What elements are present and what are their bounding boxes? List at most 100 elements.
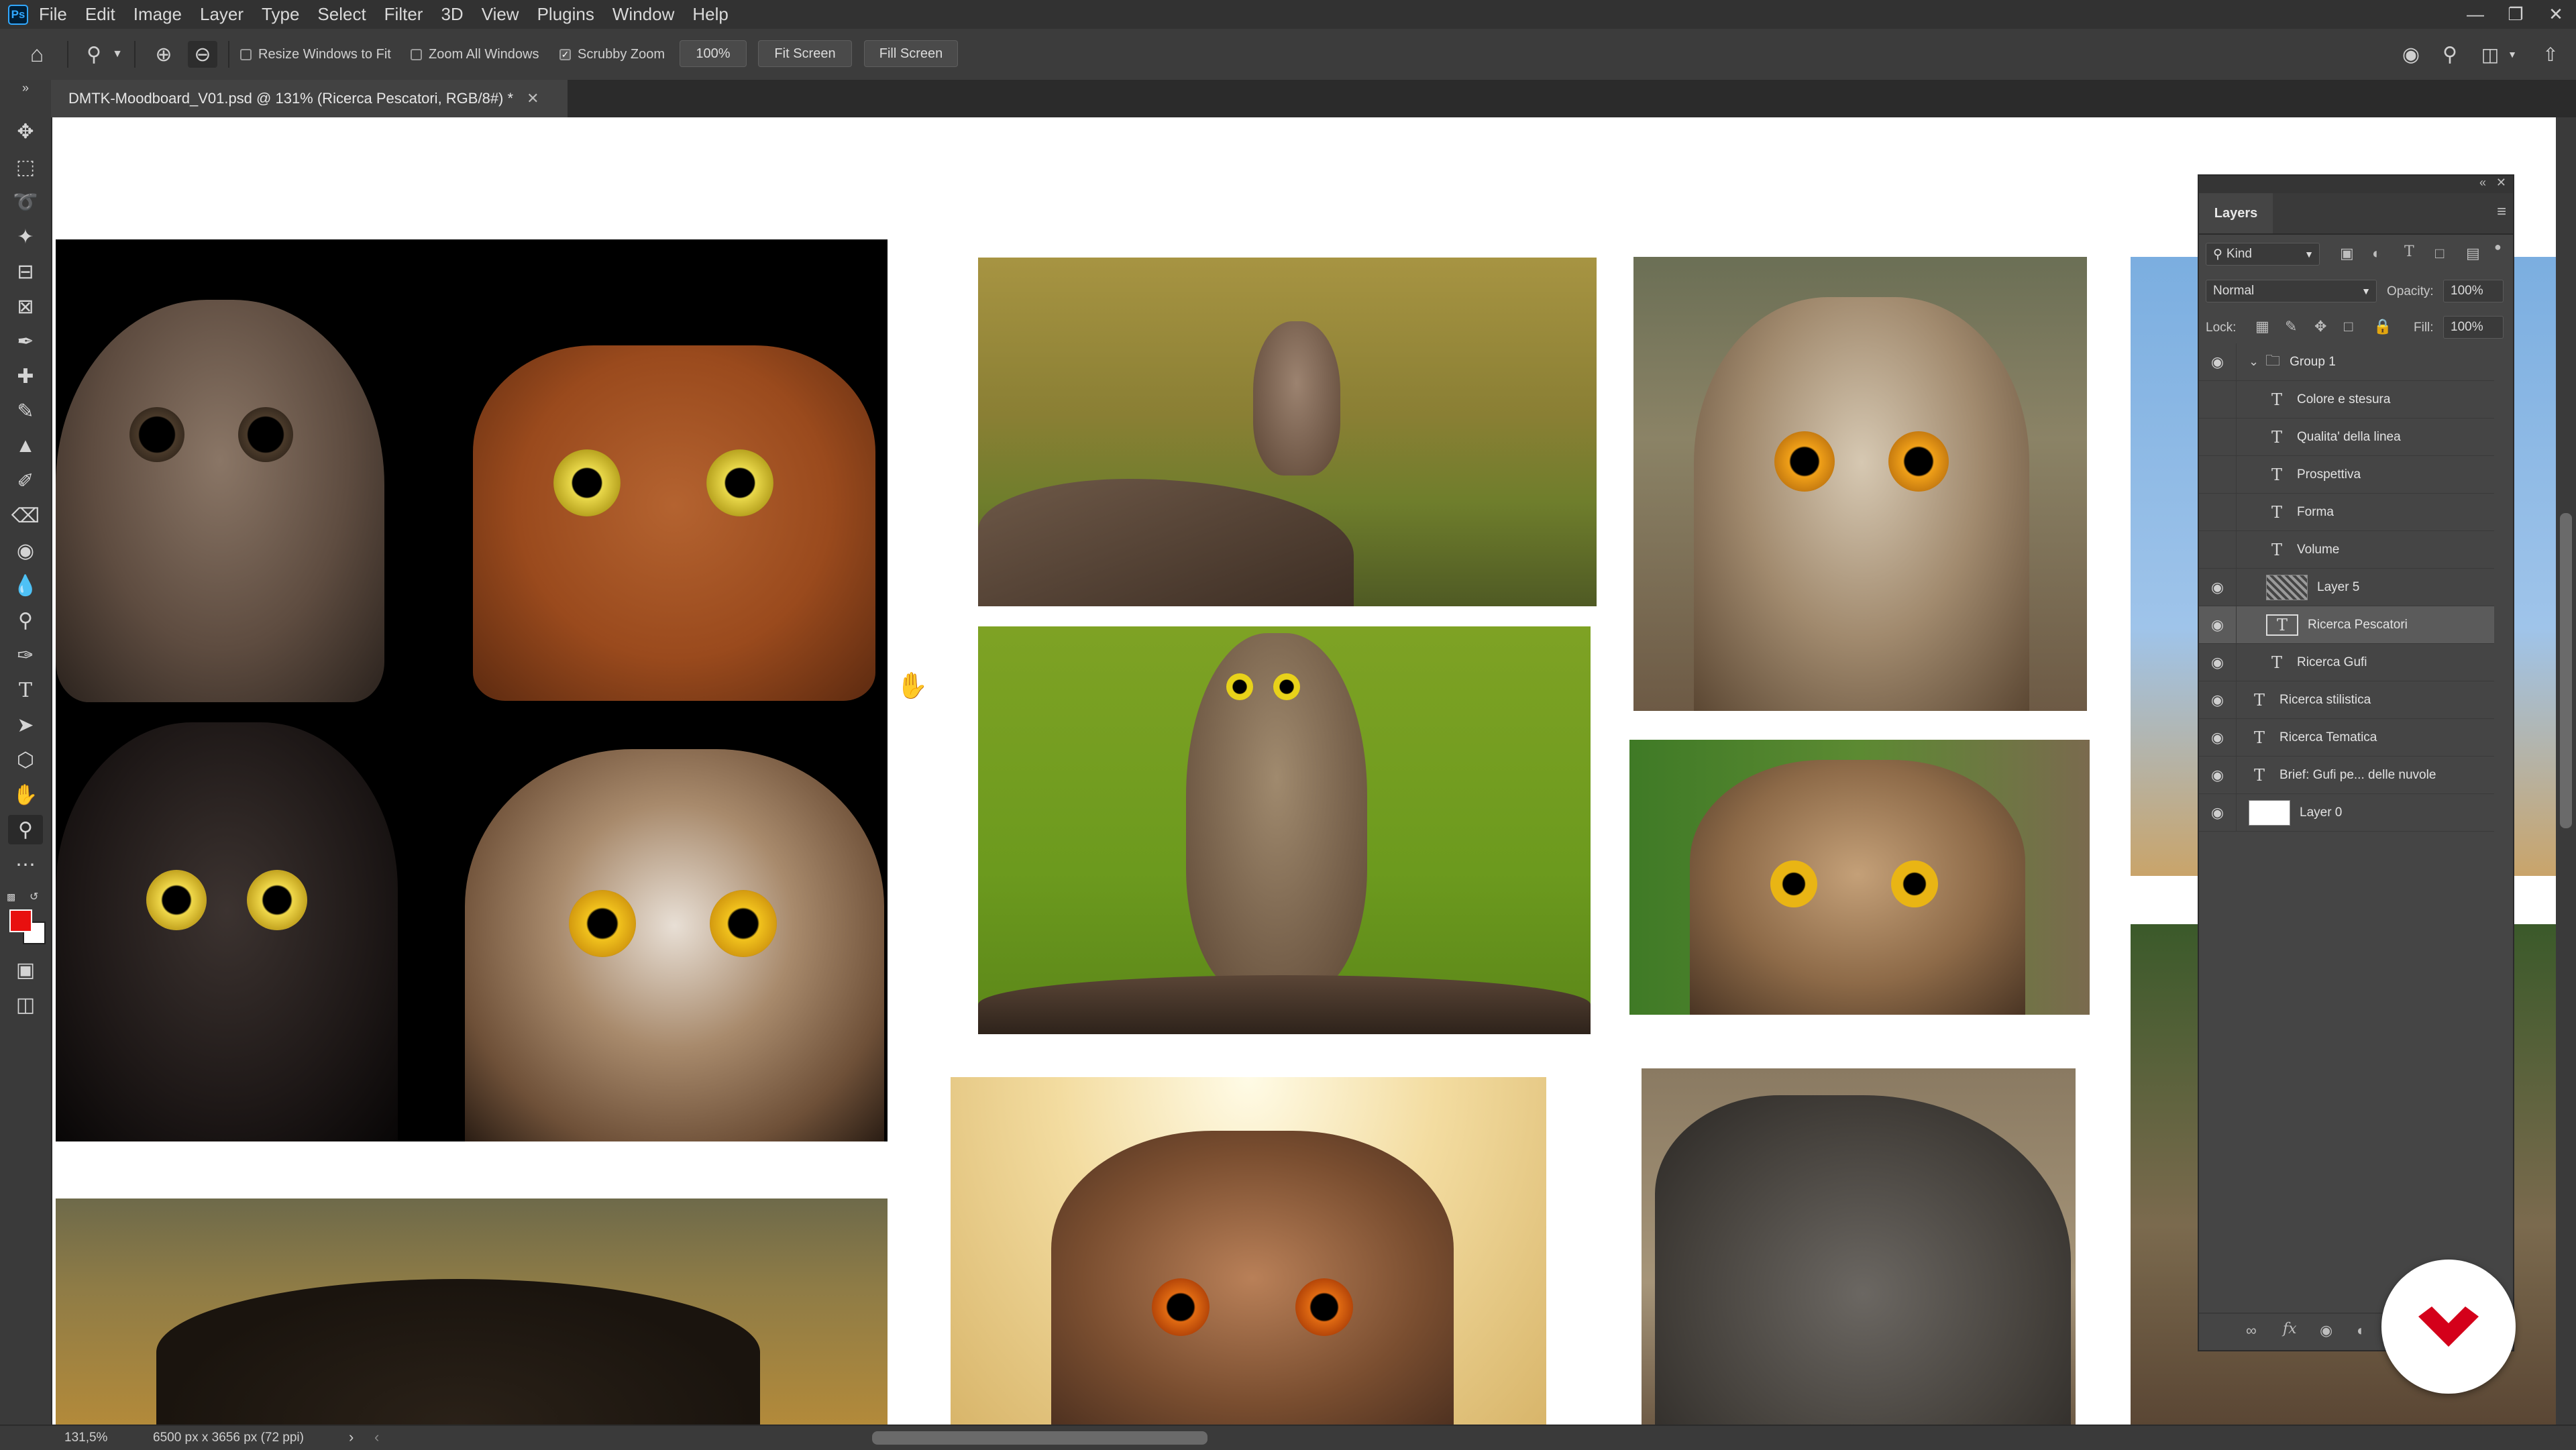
lock-transparency-icon[interactable]: ▦ [2255, 318, 2269, 335]
filter-toggle-icon[interactable]: ● [2494, 240, 2502, 254]
visibility-hidden-icon[interactable] [2199, 531, 2237, 569]
visibility-hidden-icon[interactable] [2199, 493, 2237, 531]
pen-tool-icon[interactable]: ✑ [8, 640, 43, 670]
learn-icon[interactable]: ◉ [2396, 41, 2426, 68]
crop-tool-icon[interactable]: ⊟ [8, 257, 43, 286]
visibility-hidden-icon[interactable] [2199, 380, 2237, 419]
layer-style-fx-icon[interactable]: fx [2283, 1321, 2297, 1337]
blend-mode-select[interactable]: Normal ▼ [2206, 280, 2377, 302]
resize-windows-checkbox[interactable] [240, 48, 252, 60]
panel-menu-icon[interactable]: ≡ [2497, 203, 2506, 221]
magic-wand-tool-icon[interactable]: ✦ [8, 222, 43, 252]
layer-row[interactable]: T Qualita' della linea [2199, 418, 2494, 456]
group-expand-chevron-icon[interactable]: ⌄ [2249, 355, 2259, 369]
visibility-eye-icon[interactable]: ◉ [2199, 606, 2237, 644]
layer-row[interactable]: ◉ T Ricerca Tematica [2199, 718, 2494, 757]
link-layers-icon[interactable]: ∞ [2246, 1322, 2257, 1339]
menu-plugins[interactable]: Plugins [537, 4, 594, 25]
layer-row[interactable]: ◉ T Ricerca Gufi [2199, 643, 2494, 681]
workspace-chevron-down-icon[interactable]: ▼ [2506, 46, 2519, 62]
brush-tool-icon[interactable]: ✎ [8, 396, 43, 426]
collapse-toolbox-icon[interactable]: » [8, 80, 43, 96]
lock-image-icon[interactable]: ✎ [2285, 318, 2297, 335]
layers-tab[interactable]: Layers [2199, 193, 2273, 233]
document-tab[interactable]: DMTK-Moodboard_V01.psd @ 131% (Ricerca P… [51, 80, 568, 117]
layer-row[interactable]: ◉ T Ricerca Pescatori [2199, 606, 2494, 644]
vertical-scrollbar[interactable] [2556, 117, 2576, 1425]
visibility-hidden-icon[interactable] [2199, 455, 2237, 494]
layer-mask-icon[interactable]: ◉ [2320, 1322, 2332, 1339]
healing-brush-tool-icon[interactable]: ✚ [8, 361, 43, 391]
layer-row[interactable]: ◉ T Brief: Gufi pe... delle nuvole [2199, 756, 2494, 794]
workspace-icon[interactable]: ◫ [2475, 41, 2505, 68]
visibility-eye-icon[interactable]: ◉ [2199, 756, 2237, 794]
fill-screen-button[interactable]: Fill Screen [864, 40, 958, 67]
resize-windows-option[interactable]: Resize Windows to Fit [240, 29, 391, 80]
menu-image[interactable]: Image [133, 4, 182, 25]
visibility-eye-icon[interactable]: ◉ [2199, 568, 2237, 606]
visibility-eye-icon[interactable]: ◉ [2199, 681, 2237, 719]
zoom-100-button[interactable]: 100% [680, 40, 747, 67]
zoom-out-icon[interactable]: ⊖ [188, 41, 217, 68]
frame-tool-icon[interactable]: ⊠ [8, 292, 43, 321]
smart-object-filter-icon[interactable]: ▤ [2466, 245, 2480, 262]
type-tool-icon[interactable]: T [8, 675, 43, 705]
edit-toolbar-icon[interactable]: ⋯ [8, 850, 43, 879]
close-window-button[interactable]: ✕ [2536, 0, 2576, 29]
zoom-level[interactable]: 131,5% [64, 1431, 107, 1445]
menu-view[interactable]: View [482, 4, 519, 25]
lock-artboard-icon[interactable]: □ [2344, 318, 2353, 335]
layer-filter-select[interactable]: ⚲ Kind ▼ [2206, 243, 2320, 266]
layer-row[interactable]: T Forma [2199, 493, 2494, 531]
fit-screen-button[interactable]: Fit Screen [758, 40, 852, 67]
collapse-panel-icon[interactable]: « [2479, 176, 2486, 190]
zoom-in-icon[interactable]: ⊕ [149, 41, 178, 68]
shape-tool-icon[interactable]: ⬡ [8, 745, 43, 775]
eraser-tool-icon[interactable]: ⌫ [8, 501, 43, 531]
close-panel-icon[interactable]: ✕ [2496, 176, 2506, 190]
path-selection-tool-icon[interactable]: ➤ [8, 710, 43, 740]
layer-row[interactable]: ◉ Layer 0 [2199, 793, 2494, 832]
type-filter-icon[interactable]: T [2404, 243, 2414, 260]
visibility-eye-icon[interactable]: ◉ [2199, 718, 2237, 757]
visibility-eye-icon[interactable]: ◉ [2199, 793, 2237, 832]
layer-row[interactable]: T Colore e stesura [2199, 380, 2494, 419]
shape-filter-icon[interactable]: □ [2435, 245, 2444, 262]
zoom-tool-preset-icon[interactable]: ⚲ [79, 41, 109, 68]
close-tab-icon[interactable]: ✕ [527, 90, 539, 107]
status-chevron-right-icon[interactable]: › [349, 1429, 354, 1446]
layer-row[interactable]: ◉ ⌄ 🗀 Group 1 [2199, 343, 2494, 381]
chevron-down-icon[interactable]: ▼ [111, 46, 124, 62]
fill-input[interactable]: 100% [2443, 316, 2504, 339]
opacity-input[interactable]: 100% [2443, 280, 2504, 302]
hand-tool-icon[interactable]: ✋ [8, 780, 43, 810]
clone-stamp-tool-icon[interactable]: ▲ [8, 431, 43, 461]
move-tool-icon[interactable]: ✥ [8, 117, 43, 146]
swap-colors-icon[interactable]: ↺ [30, 890, 43, 903]
menu-file[interactable]: File [39, 4, 67, 25]
minimize-button[interactable]: — [2455, 0, 2496, 29]
history-brush-tool-icon[interactable]: ✐ [8, 466, 43, 496]
vertical-scroll-thumb[interactable] [2560, 513, 2572, 828]
quick-mask-icon[interactable]: ▣ [8, 955, 43, 985]
dodge-tool-icon[interactable]: ⚲ [8, 606, 43, 635]
scrubby-zoom-option[interactable]: ✓ Scrubby Zoom [559, 29, 665, 80]
menu-3d[interactable]: 3D [441, 4, 463, 25]
menu-filter[interactable]: Filter [384, 4, 423, 25]
menu-help[interactable]: Help [692, 4, 728, 25]
zoom-all-windows-option[interactable]: Zoom All Windows [411, 29, 539, 80]
layer-row[interactable]: T Volume [2199, 531, 2494, 569]
zoom-all-windows-checkbox[interactable] [411, 48, 422, 60]
lasso-tool-icon[interactable]: ➰ [8, 187, 43, 217]
home-icon[interactable]: ⌂ [20, 41, 54, 68]
document-canvas[interactable]: ✋ [52, 117, 2556, 1425]
eyedropper-tool-icon[interactable]: ✒ [8, 327, 43, 356]
restore-button[interactable]: ❐ [2496, 0, 2536, 29]
pixel-filter-icon[interactable]: ▣ [2340, 245, 2354, 262]
share-icon[interactable]: ⇧ [2536, 41, 2565, 68]
adjustment-filter-icon[interactable]: ◐ [2372, 245, 2381, 262]
layer-row[interactable]: T Prospettiva [2199, 455, 2494, 494]
visibility-eye-icon[interactable]: ◉ [2199, 643, 2237, 681]
horizontal-scroll-thumb[interactable] [872, 1431, 1208, 1445]
menu-type[interactable]: Type [262, 4, 299, 25]
